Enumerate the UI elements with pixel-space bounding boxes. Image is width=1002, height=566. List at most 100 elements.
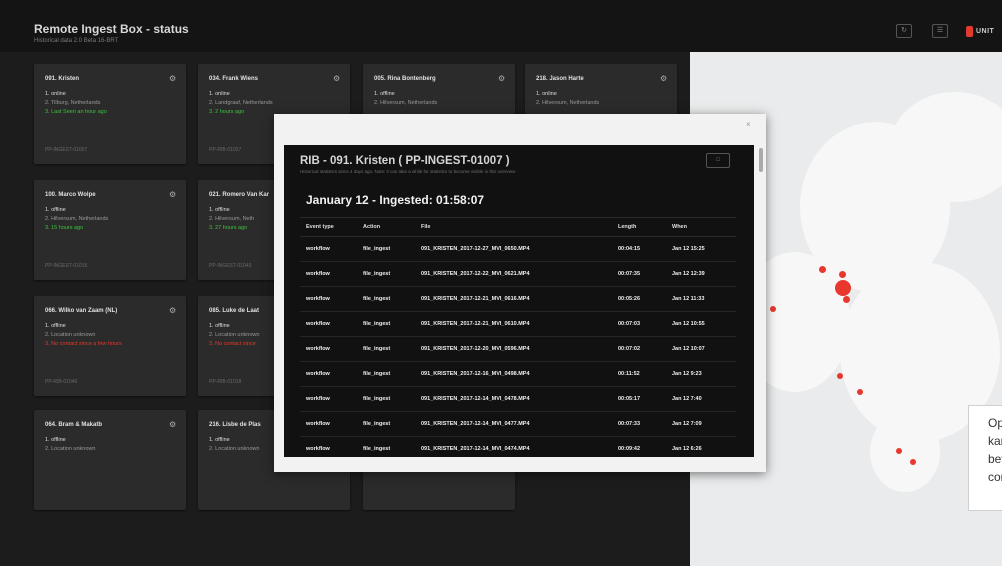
device-name: 066. Wilko van Zaam (NL) — [45, 308, 118, 314]
device-marker-cluster[interactable] — [835, 280, 851, 296]
when-cell: Jan 12 9:23 — [672, 371, 702, 377]
column-header-length[interactable]: Length — [618, 224, 636, 230]
brand-mark — [966, 25, 973, 37]
device-marker[interactable] — [839, 271, 846, 278]
table-row[interactable]: workflow file_ingest 091_KRISTEN_2017-12-1… — [300, 362, 736, 387]
table-body: workflow file_ingest 091_KRISTEN_2017-12-2… — [300, 237, 736, 457]
column-header-when[interactable]: When — [672, 224, 687, 230]
device-marker[interactable] — [837, 373, 843, 379]
settings-icon[interactable]: ⚙ — [498, 74, 505, 83]
close-icon: × — [746, 120, 751, 129]
page-subtitle: Historical data 2.0 Beta 16-BRT — [34, 38, 119, 44]
device-card[interactable]: 091. Kristen 1. online 2. Tilburg, Netherl… — [34, 64, 186, 164]
device-id: PP-INGEST-01049 — [209, 263, 252, 269]
device-marker[interactable] — [857, 389, 863, 395]
table-row[interactable]: workflow file_ingest 091_KRISTEN_2017-12-2… — [300, 287, 736, 312]
length-cell: 00:04:15 — [618, 246, 641, 252]
device-name: 021. Romero Van Kar — [209, 192, 270, 198]
when-cell: Jan 12 12:39 — [672, 271, 705, 277]
settings-icon[interactable]: ⚙ — [169, 74, 176, 83]
settings-icon[interactable]: ⚙ — [660, 74, 667, 83]
table-row[interactable]: workflow file_ingest 091_KRISTEN_2017-12-2… — [300, 237, 736, 262]
device-marker[interactable] — [910, 459, 916, 465]
device-location: 2. Location unknown — [209, 332, 260, 338]
device-status: 1. offline — [209, 207, 230, 213]
device-name: 005. Rina Bontenberg — [374, 76, 436, 82]
event-type-cell: workflow — [306, 446, 330, 452]
table-row[interactable]: workflow file_ingest 091_KRISTEN_2017-12-1… — [300, 412, 736, 437]
map-landmass — [870, 412, 940, 492]
length-cell: 00:07:03 — [618, 321, 641, 327]
column-header-action[interactable]: Action — [363, 224, 380, 230]
action-cell: file_ingest — [363, 371, 391, 377]
action-cell: file_ingest — [363, 246, 391, 252]
device-status: 1. offline — [45, 207, 66, 213]
action-cell: file_ingest — [363, 446, 391, 452]
refresh-button[interactable]: ↻ — [896, 24, 912, 38]
action-cell: file_ingest — [363, 321, 391, 327]
device-id: PP-RIB-01027 — [209, 147, 242, 153]
settings-icon[interactable]: ⚙ — [169, 306, 176, 315]
caption-line: cor — [988, 470, 1002, 484]
file-cell: 091_KRISTEN_2017-12-16_MVI_0498.MP4 — [421, 371, 530, 377]
table-row[interactable]: workflow file_ingest 091_KRISTEN_2017-12-2… — [300, 262, 736, 287]
device-id: PP-RIB-01046 — [45, 379, 78, 385]
square-icon: □ — [716, 157, 720, 163]
when-cell: Jan 12 10:07 — [672, 346, 705, 352]
table-row[interactable]: workflow file_ingest 091_KRISTEN_2017-12-1… — [300, 437, 736, 457]
scrollbar[interactable] — [759, 148, 763, 172]
event-type-cell: workflow — [306, 321, 330, 327]
file-cell: 091_KRISTEN_2017-12-14_MVI_0474.MP4 — [421, 446, 530, 452]
table-row[interactable]: workflow file_ingest 091_KRISTEN_2017-12-2… — [300, 312, 736, 337]
device-location: 2. Location unknown — [45, 446, 96, 452]
table-row[interactable]: workflow file_ingest 091_KRISTEN_2017-12-2… — [300, 337, 736, 362]
device-marker[interactable] — [843, 296, 850, 303]
device-location: 2. Hilversum, Netherlands — [45, 216, 109, 222]
device-location: 2. Tilburg, Netherlands — [45, 100, 101, 106]
action-cell: file_ingest — [363, 271, 391, 277]
list-view-button[interactable]: ☰ — [932, 24, 948, 38]
file-cell: 091_KRISTEN_2017-12-14_MVI_0478.MP4 — [421, 396, 530, 402]
event-type-cell: workflow — [306, 246, 330, 252]
top-bar: Remote Ingest Box - status Historical da… — [0, 0, 1002, 52]
device-marker[interactable] — [770, 306, 776, 312]
refresh-icon: ↻ — [901, 27, 907, 34]
device-marker[interactable] — [819, 266, 826, 273]
length-cell: 00:07:02 — [618, 346, 641, 352]
remote-ingest-dashboard: Remote Ingest Box - status Historical da… — [0, 0, 1002, 566]
device-id: PP-RIB-01018 — [209, 379, 242, 385]
caption-line: kar — [988, 434, 1002, 448]
modal-subtitle: Historical statistics since 4 days ago. … — [300, 169, 516, 174]
column-header-file[interactable]: File — [421, 224, 430, 230]
device-location: 2. Location unknown — [45, 332, 96, 338]
close-button[interactable]: × — [746, 120, 751, 129]
column-header-event-type[interactable]: Event type — [306, 224, 334, 230]
device-name: 064. Bram & Makatb — [45, 422, 103, 428]
device-card[interactable]: 066. Wilko van Zaam (NL) 1. offline 2. Loc… — [34, 296, 186, 396]
event-type-cell: workflow — [306, 296, 330, 302]
settings-icon[interactable]: ⚙ — [169, 420, 176, 429]
device-location: 2. Hilversum, Netherlands — [374, 100, 438, 106]
device-status: 1. offline — [45, 323, 66, 329]
device-last-seen: 3. 27 hours ago — [209, 225, 248, 231]
device-status: 1. offline — [209, 323, 230, 329]
device-id: PP-INGEST-01007 — [45, 147, 88, 153]
file-cell: 091_KRISTEN_2017-12-20_MVI_0596.MP4 — [421, 346, 530, 352]
modal-title: RIB - 091. Kristen ( PP-INGEST-01007 ) — [300, 155, 510, 167]
device-last-seen: 3. 15 hours ago — [45, 225, 84, 231]
action-cell: file_ingest — [363, 346, 391, 352]
file-cell: 091_KRISTEN_2017-12-21_MVI_0610.MP4 — [421, 321, 530, 327]
device-location: 2. Hilversum, Netherlands — [536, 100, 600, 106]
settings-icon[interactable]: ⚙ — [333, 74, 340, 83]
settings-icon[interactable]: ⚙ — [169, 190, 176, 199]
device-location: 2. Hilversum, Neth — [209, 216, 255, 222]
day-section-title: January 12 - Ingested: 01:58:07 — [306, 193, 485, 207]
device-marker[interactable] — [896, 448, 902, 454]
modal-toggle-button[interactable]: □ — [706, 153, 730, 168]
file-cell: 091_KRISTEN_2017-12-21_MVI_0616.MP4 — [421, 296, 530, 302]
device-location: 2. Location unknown — [209, 446, 260, 452]
table-row[interactable]: workflow file_ingest 091_KRISTEN_2017-12-1… — [300, 387, 736, 412]
device-card[interactable]: 100. Marco Wolpe 1. offline 2. Hilversum, … — [34, 180, 186, 280]
device-card[interactable]: 064. Bram & Makatb 1. offline 2. Location … — [34, 410, 186, 510]
device-status: 1. offline — [209, 437, 230, 443]
